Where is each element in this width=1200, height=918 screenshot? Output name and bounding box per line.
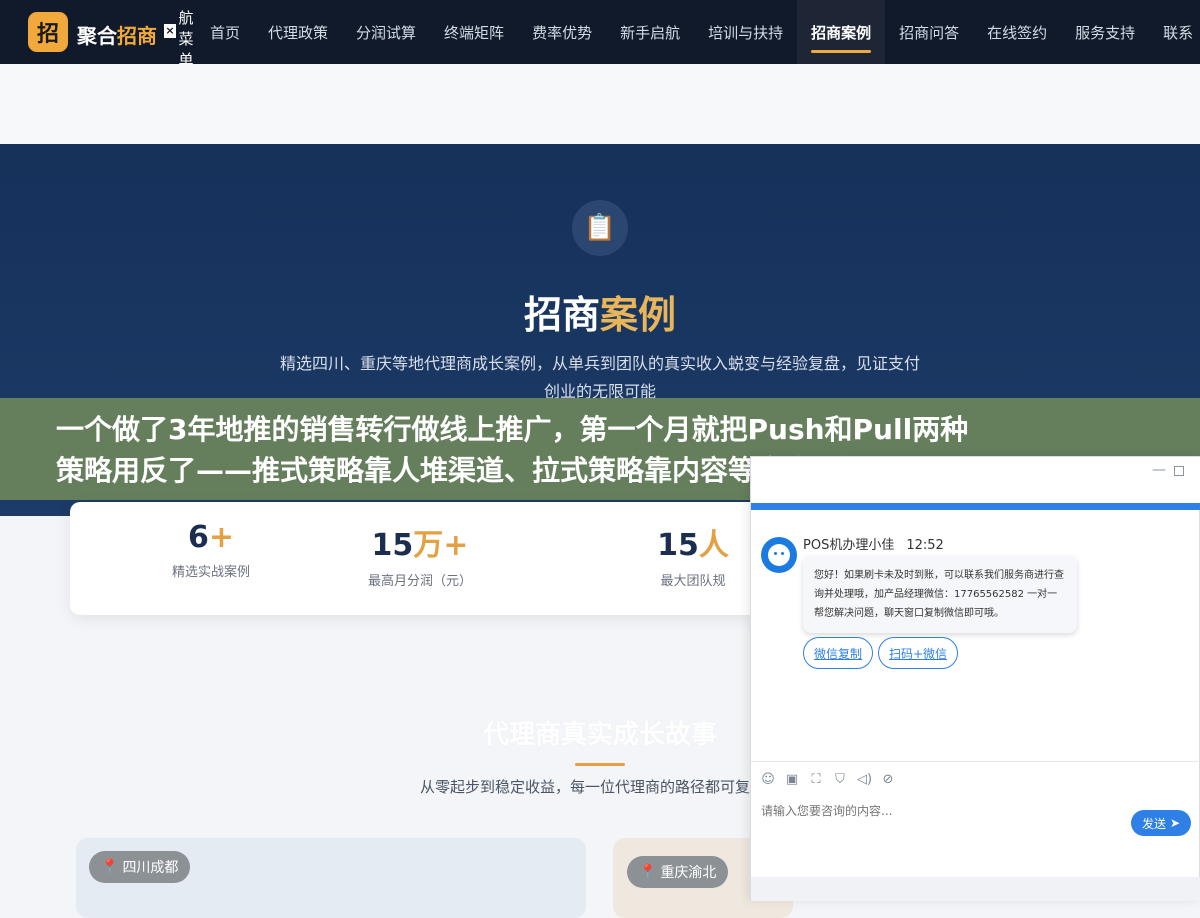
stat-value: 15万+ <box>305 520 535 564</box>
clipboard-icon: 📋 <box>572 200 628 256</box>
location-label: 四川成都 <box>122 860 179 876</box>
stat-number: 6 <box>187 520 209 555</box>
top-navigation: 招 聚合招商 × 航菜单 首页 代理政策 分润试算 终端矩阵 费率优势 新手启航… <box>0 0 1200 69</box>
location-tag: 📍 重庆渝北 <box>627 856 729 888</box>
logo-name-b: 招商 <box>117 24 157 48</box>
quick-reply-scan-wechat[interactable]: 扫码+微信 <box>878 637 959 669</box>
send-button[interactable]: 发送 ➤ <box>1131 810 1191 836</box>
logo-badge[interactable]: 招 <box>28 12 68 52</box>
chat-message: 您好！如果刷卡未及时到账，可以联系我们服务商进行查询并处理哦，加产品经理微信：1… <box>803 556 1077 633</box>
section-divider <box>575 763 625 766</box>
nav-item-beginner[interactable]: 新手启航 <box>606 0 694 64</box>
location-tag: 📍 四川成都 <box>89 851 191 883</box>
spacer-band <box>0 64 1200 144</box>
nav-item-training[interactable]: 培训与扶持 <box>694 0 797 64</box>
sound-icon[interactable]: ◁) <box>857 772 872 787</box>
stat-number: 15 <box>371 528 414 563</box>
stat-suffix: + <box>208 520 234 555</box>
title-part-a: 招商 <box>523 293 600 337</box>
agent-avatar <box>761 537 797 573</box>
location-pin-icon: 📍 <box>101 859 119 875</box>
chat-footer <box>751 877 1200 901</box>
stat-suffix: + <box>443 528 469 563</box>
nav-item-signup[interactable]: 在线签约 <box>973 0 1061 64</box>
nav-item-terminals[interactable]: 终端矩阵 <box>430 0 518 64</box>
page-title: 招商案例 <box>0 284 1200 339</box>
nav-item-support[interactable]: 服务支持 <box>1061 0 1149 64</box>
agent-name-row: POS机办理小佳 12:52 <box>803 534 944 553</box>
nav-item-faq[interactable]: 招商问答 <box>885 0 973 64</box>
nav-item-home[interactable]: 首页 <box>196 0 254 64</box>
logo-name-a: 聚合 <box>77 24 117 48</box>
chat-toolbar: ☺ ▣ ⛶ ⛉ ◁) ⊘ <box>751 761 1200 797</box>
history-icon[interactable]: ⊘ <box>881 772 895 787</box>
chat-widget: — POS机办理小佳 12:52 您好！如果刷卡未及时到账，可以联系我们服务商进行… <box>750 456 1200 901</box>
stat-label: 精选实战案例 <box>171 565 250 580</box>
emoji-icon[interactable]: ☺ <box>761 772 775 787</box>
stat-label: 最高月分润（元） <box>367 574 472 589</box>
quick-reply-copy-wechat[interactable]: 微信复制 <box>803 637 874 669</box>
location-pin-icon: 📍 <box>639 864 657 880</box>
avatar-face-icon <box>768 544 790 566</box>
stat-item: 6+ 精选实战案例 <box>96 520 326 580</box>
stat-number: 15 <box>657 528 699 563</box>
nav-menu-label[interactable]: 航菜单 <box>178 8 194 71</box>
stat-item: 15万+ 最高月分润（元） <box>305 520 535 589</box>
send-icon: ➤ <box>1169 816 1181 830</box>
chat-stripe <box>751 503 1200 510</box>
stat-unit: 万 <box>413 528 444 563</box>
nav-items: 首页 代理政策 分润试算 终端矩阵 费率优势 新手启航 培训与扶持 招商案例 招… <box>196 0 1200 64</box>
screenshot-icon[interactable]: ⛶ <box>809 772 823 787</box>
nav-item-policy[interactable]: 代理政策 <box>254 0 342 64</box>
nav-item-calculator[interactable]: 分润试算 <box>342 0 430 64</box>
stats-card: 6+ 精选实战案例 15万+ 最高月分润（元） 15人 最大团队规 <box>70 502 770 615</box>
overlay-line-1: 一个做了3年地推的销售转行做线上推广，第一个月就把Push和Pull两种 <box>56 413 969 446</box>
location-label: 重庆渝北 <box>660 865 717 881</box>
send-label: 发送 <box>1141 816 1166 831</box>
message-time: 12:52 <box>906 538 944 553</box>
chat-input[interactable] <box>761 801 1121 821</box>
stat-unit: 人 <box>698 528 729 563</box>
stat-value: 6+ <box>96 520 326 555</box>
maximize-icon[interactable] <box>1174 466 1184 476</box>
nav-item-contact[interactable]: 联系 <box>1149 0 1200 64</box>
minimize-icon[interactable]: — <box>1152 463 1166 477</box>
image-icon[interactable]: ▣ <box>785 772 799 787</box>
chat-header: — <box>751 457 1200 503</box>
nav-item-rates[interactable]: 费率优势 <box>518 0 606 64</box>
close-menu-icon[interactable]: × <box>164 24 176 38</box>
nav-item-cases[interactable]: 招商案例 <box>797 0 886 64</box>
rate-icon[interactable]: ⛉ <box>833 772 847 787</box>
logo-text[interactable]: 聚合招商 <box>77 20 157 49</box>
title-part-b: 案例 <box>600 293 677 337</box>
agent-name: POS机办理小佳 <box>803 538 895 553</box>
